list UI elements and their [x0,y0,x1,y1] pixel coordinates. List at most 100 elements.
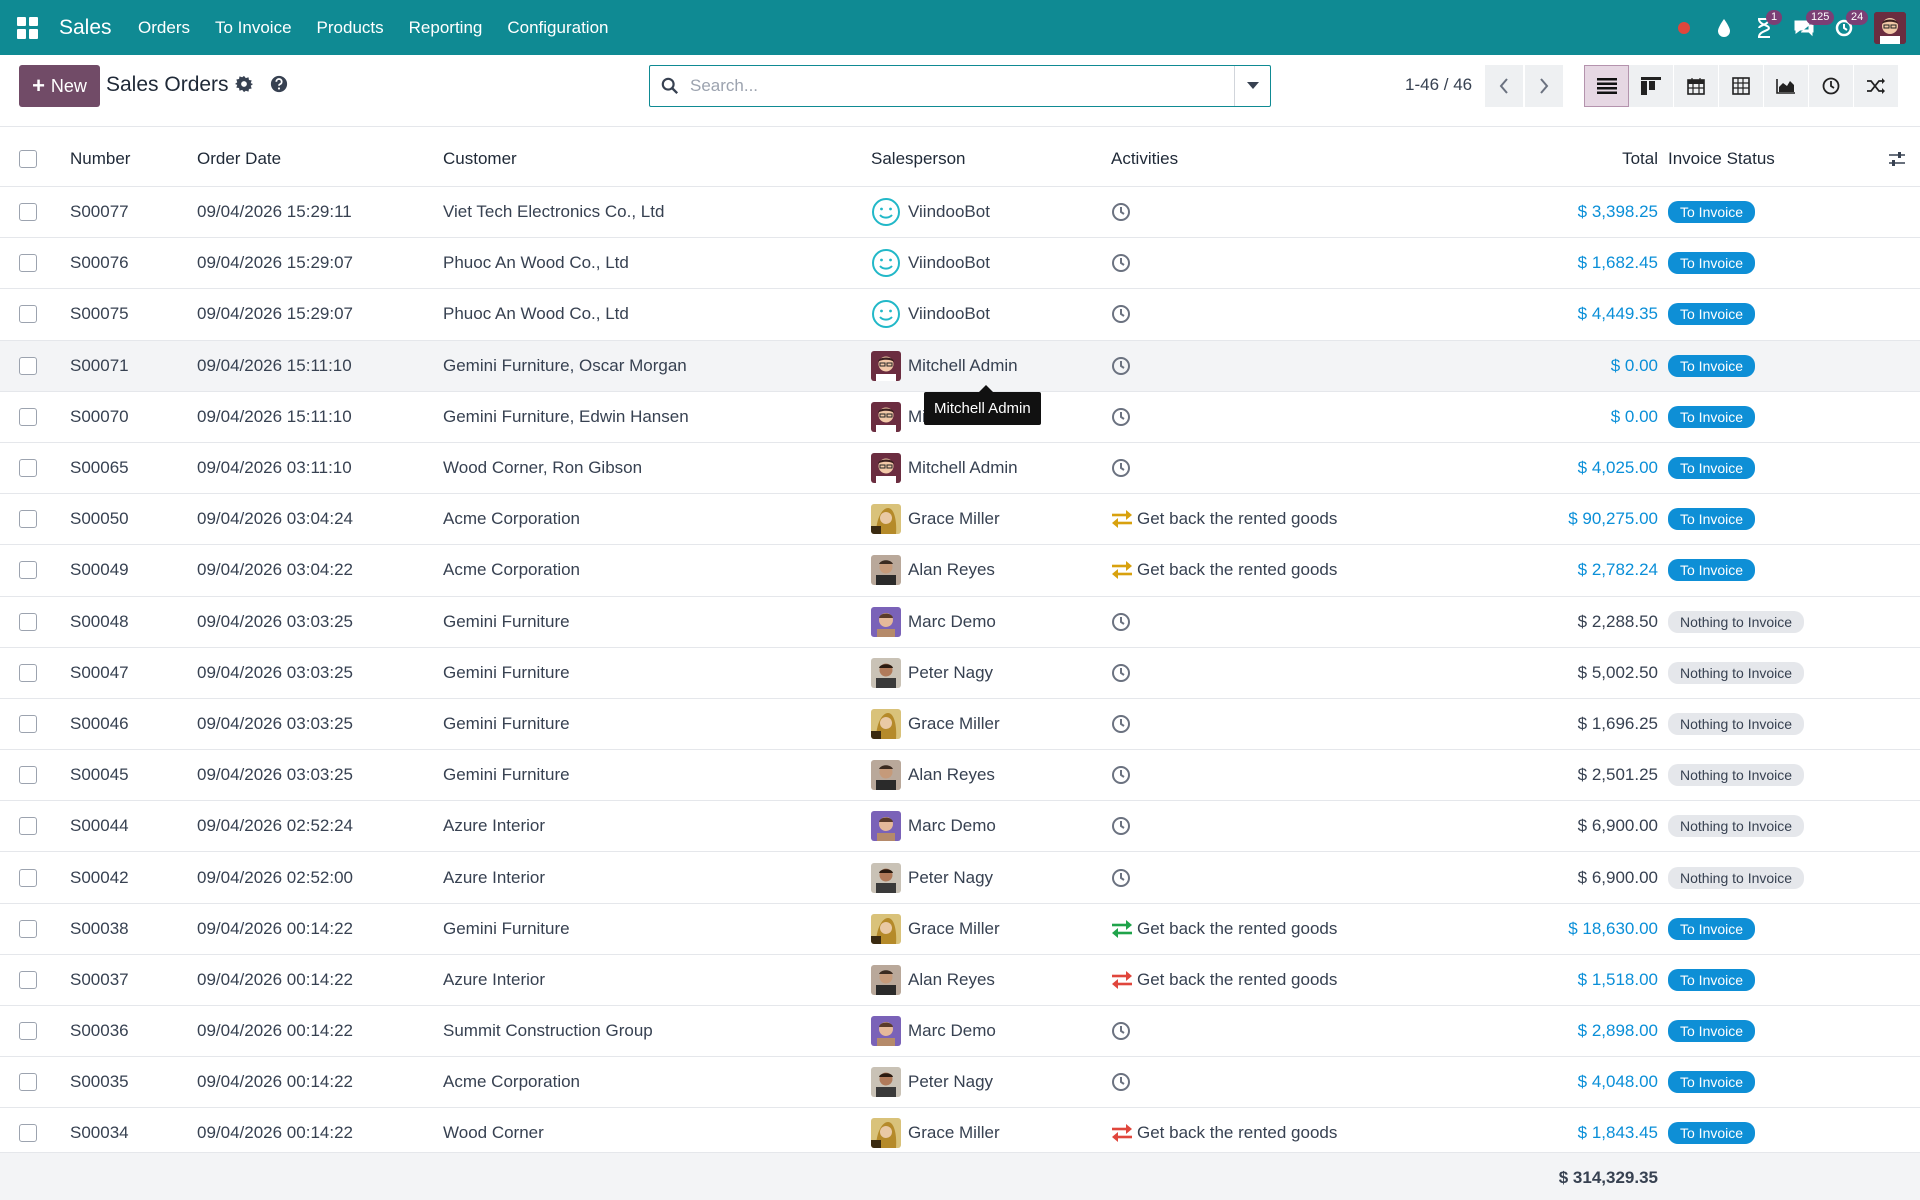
updates-icon[interactable]: 24 [1824,0,1869,55]
app-name[interactable]: Sales [59,16,112,40]
table-row[interactable]: S00048 09/04/2026 03:03:25 Gemini Furnitur… [0,597,1920,648]
record-icon[interactable] [1664,0,1704,55]
activity-clock-icon[interactable] [1111,868,1131,888]
header-order-date[interactable]: Order Date [197,132,281,186]
calendar-view-button[interactable] [1674,65,1719,107]
salesperson-avatar[interactable] [871,453,901,484]
activity-clock-icon[interactable] [1111,765,1131,785]
row-checkbox[interactable] [19,561,37,580]
row-checkbox[interactable] [19,663,37,682]
optional-columns-icon[interactable] [1888,132,1906,186]
salesperson-cell[interactable]: Alan Reyes [871,545,995,595]
salesperson-avatar[interactable] [871,197,901,227]
row-checkbox[interactable] [19,459,37,478]
table-row[interactable]: S00071 09/04/2026 15:11:10 Gemini Furnitur… [0,340,1920,392]
new-button[interactable]: + New [19,65,100,107]
search-options-dropdown[interactable] [1234,66,1270,106]
row-checkbox[interactable] [19,305,37,324]
activity-clock-icon[interactable] [1111,253,1131,273]
salesperson-cell[interactable]: Alan Reyes [871,750,995,800]
graph-view-button[interactable] [1764,65,1809,107]
salesperson-avatar[interactable] [871,811,901,842]
salesperson-cell[interactable]: Grace Miller [871,699,1000,749]
activity-clock-icon[interactable] [1111,407,1131,427]
salesperson-avatar[interactable] [871,606,901,637]
salesperson-cell[interactable]: Mitchell Admin [871,443,1018,493]
help-icon[interactable] [270,75,290,95]
activity-hourglass-icon[interactable]: 1 [1744,0,1784,55]
user-avatar[interactable] [1874,11,1906,44]
gear-icon[interactable] [235,75,255,95]
row-checkbox[interactable] [19,1124,37,1143]
activity-view-button[interactable] [1809,65,1854,107]
salesperson-avatar[interactable] [871,299,901,329]
salesperson-cell[interactable]: ViindooBot [871,187,990,237]
salesperson-cell[interactable]: ViindooBot [871,289,990,339]
row-checkbox[interactable] [19,766,37,785]
activity-clock-icon[interactable] [1111,816,1131,836]
table-row[interactable]: S00042 09/04/2026 02:52:00 Azure Interior P… [0,852,1920,904]
table-row[interactable]: S00077 09/04/2026 15:29:11 Viet Tech Elect… [0,187,1920,239]
salesperson-avatar[interactable] [871,964,901,995]
salesperson-avatar[interactable] [871,504,901,535]
table-row[interactable]: S00047 09/04/2026 03:03:25 Gemini Furnitur… [0,648,1920,699]
salesperson-avatar[interactable] [871,401,901,432]
salesperson-avatar[interactable] [871,248,901,278]
table-row[interactable]: S00076 09/04/2026 15:29:07 Phuoc An Wood C… [0,238,1920,290]
apps-menu-icon[interactable] [15,15,41,41]
exchange-icon[interactable] [1111,919,1133,939]
table-row[interactable]: S00035 09/04/2026 00:14:22 Acme Corporatio… [0,1057,1920,1109]
table-row[interactable]: S00036 09/04/2026 00:14:22 Summit Construc… [0,1006,1920,1058]
salesperson-avatar[interactable] [871,708,901,739]
table-row[interactable]: S00038 09/04/2026 00:14:22 Gemini Furnitur… [0,904,1920,955]
salesperson-cell[interactable]: Grace Miller [871,904,1000,954]
header-invoice-status[interactable]: Invoice Status [1668,132,1775,186]
kanban-view-button[interactable] [1629,65,1674,107]
salesperson-cell[interactable]: Marc Demo [871,801,996,851]
salesperson-cell[interactable]: Alan Reyes [871,955,995,1005]
row-checkbox[interactable] [19,612,37,631]
menu-configuration[interactable]: Configuration [495,18,621,38]
activity-clock-icon[interactable] [1111,458,1131,478]
map-view-button[interactable] [1854,65,1899,107]
salesperson-avatar[interactable] [871,555,901,586]
activity-clock-icon[interactable] [1111,1021,1131,1041]
salesperson-cell[interactable]: Peter Nagy [871,648,993,698]
salesperson-avatar[interactable] [871,1067,901,1098]
salesperson-avatar[interactable] [871,657,901,688]
row-checkbox[interactable] [19,1022,37,1041]
table-row[interactable]: S00075 09/04/2026 15:29:07 Phuoc An Wood C… [0,289,1920,341]
pivot-view-button[interactable] [1719,65,1764,107]
salesperson-cell[interactable]: Marc Demo [871,1006,996,1056]
search-input[interactable] [690,67,1234,105]
header-salesperson[interactable]: Salesperson [871,132,966,186]
menu-orders[interactable]: Orders [126,18,203,38]
salesperson-cell[interactable]: Marc Demo [871,597,996,647]
table-row[interactable]: S00037 09/04/2026 00:14:22 Azure Interior A… [0,955,1920,1006]
salesperson-cell[interactable]: Grace Miller [871,494,1000,544]
drop-icon[interactable] [1704,0,1744,55]
row-checkbox[interactable] [19,714,37,733]
activity-clock-icon[interactable] [1111,714,1131,734]
menu-products[interactable]: Products [304,18,396,38]
pager-next-button[interactable] [1525,65,1563,107]
header-activities[interactable]: Activities [1111,132,1178,186]
table-row[interactable]: S00044 09/04/2026 02:52:24 Azure Interior M… [0,801,1920,853]
activity-clock-icon[interactable] [1111,202,1131,222]
salesperson-cell[interactable]: Mitchell Admin [871,341,1018,391]
salesperson-avatar[interactable] [871,1118,901,1149]
salesperson-avatar[interactable] [871,1016,901,1047]
row-checkbox[interactable] [19,203,37,222]
salesperson-cell[interactable]: ViindooBot [871,238,990,288]
messages-icon[interactable]: 125 [1784,0,1835,55]
row-checkbox[interactable] [19,510,37,529]
salesperson-cell[interactable]: Peter Nagy [871,852,993,902]
salesperson-avatar[interactable] [871,862,901,893]
table-row[interactable]: S00050 09/04/2026 03:04:24 Acme Corporatio… [0,494,1920,546]
menu-reporting[interactable]: Reporting [396,18,495,38]
table-row[interactable]: S00046 09/04/2026 03:03:25 Gemini Furnitur… [0,699,1920,751]
row-checkbox[interactable] [19,970,37,989]
salesperson-avatar[interactable] [871,913,901,944]
activity-clock-icon[interactable] [1111,663,1131,683]
header-number[interactable]: Number [70,132,130,186]
